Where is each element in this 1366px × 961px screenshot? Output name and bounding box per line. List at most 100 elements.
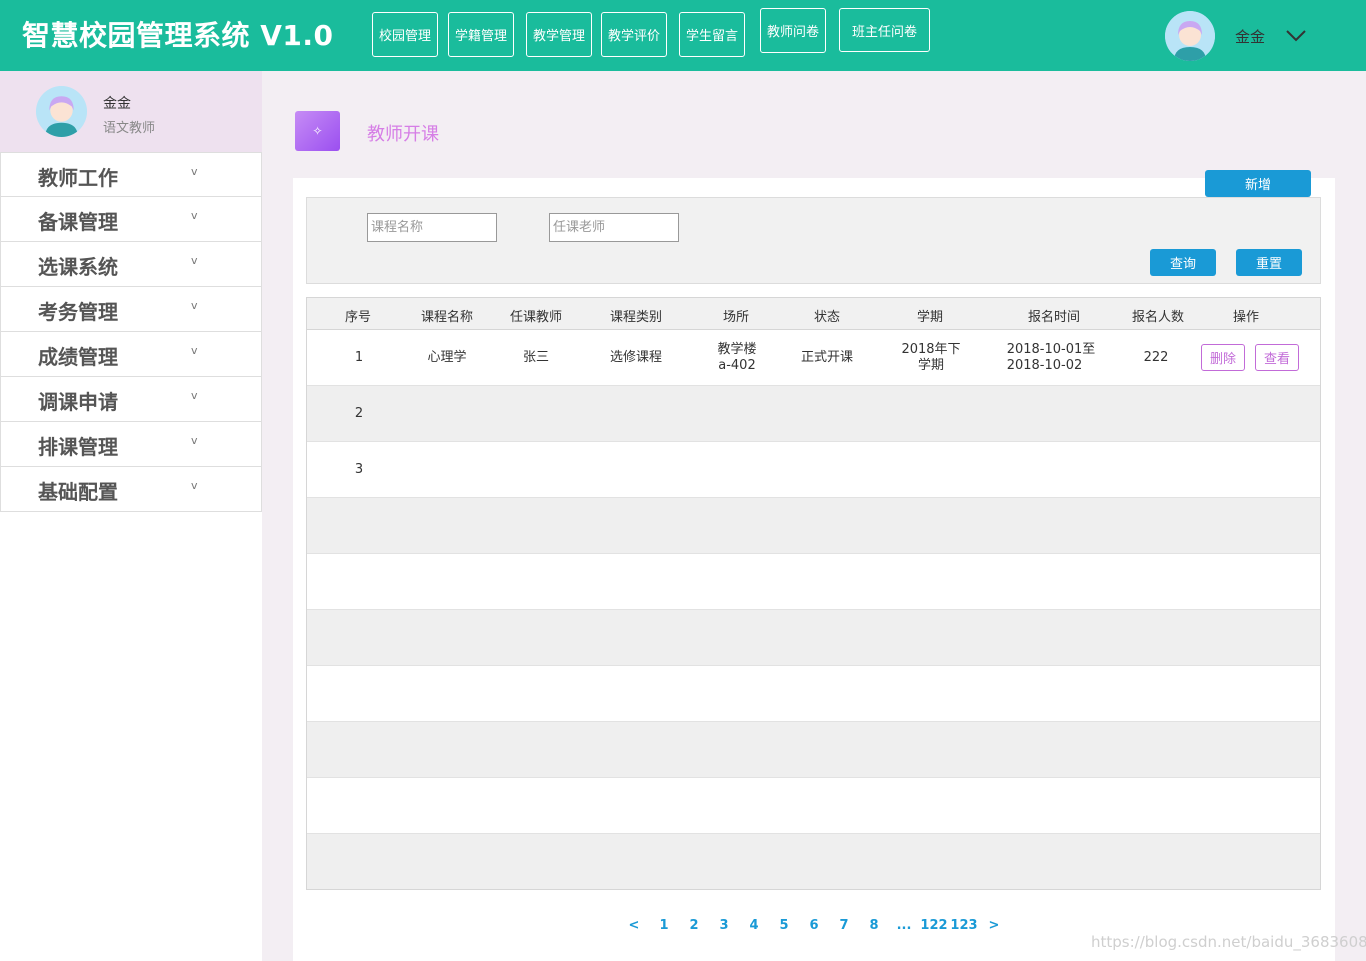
column-header: 序号 — [344, 310, 372, 325]
column-header: 课程类别 — [609, 310, 663, 325]
nav-teacher-survey[interactable]: 教师问卷 — [760, 8, 826, 53]
table-row: 1 心理学 张三 选修课程 教学楼 a-402 正式开课 2018年下 学期 2… — [307, 330, 1320, 386]
table-row: 3 — [307, 442, 1320, 498]
sidebar-item-scheduling[interactable]: 排课管理 v — [0, 422, 262, 467]
cell-term-line: 2018年下 — [901, 341, 961, 357]
profile-card: 金金 语文教师 — [0, 71, 262, 152]
chevron-down-icon: v — [191, 299, 198, 312]
cell-status: 正式开课 — [800, 349, 854, 365]
sidebar-item-label: 考务管理 — [38, 300, 118, 324]
cell-time-line: 2018-10-01至 — [1006, 341, 1096, 357]
sidebar-item-label: 排课管理 — [38, 435, 118, 459]
pagination-page[interactable]: 1 — [659, 918, 668, 933]
user-avatar[interactable] — [1165, 11, 1215, 61]
cell-index: 3 — [354, 461, 364, 477]
table-row — [307, 666, 1320, 722]
cell-time-line: 2018-10-02 — [1006, 357, 1083, 373]
table-row — [307, 722, 1320, 778]
user-menu-chevron-down-icon[interactable] — [1284, 24, 1308, 48]
chevron-down-icon: v — [191, 434, 198, 447]
column-header: 报名人数 — [1131, 310, 1185, 325]
pagination-page[interactable]: 3 — [719, 918, 728, 933]
chevron-down-icon: v — [191, 209, 198, 222]
column-header: 学期 — [916, 310, 944, 325]
table-row: 2 — [307, 386, 1320, 442]
column-header: 操作 — [1232, 310, 1260, 325]
header-username: 金金 — [1235, 28, 1266, 46]
query-button[interactable]: 查询 — [1150, 249, 1216, 276]
nav-head-teacher-survey[interactable]: 班主任问卷 — [839, 8, 930, 52]
app-title: 智慧校园管理系统 V1.0 — [22, 19, 334, 52]
chevron-down-icon: v — [191, 344, 198, 357]
cell-signup-time: 2018-10-01至 2018-10-02 — [1007, 342, 1096, 374]
column-header: 状态 — [813, 310, 841, 325]
cell-teacher: 张三 — [522, 349, 550, 365]
sidebar-item-teacher-work[interactable]: 教师工作 v — [0, 152, 262, 197]
top-header: 智慧校园管理系统 V1.0 校园管理 学籍管理 教学管理 教学评价 学生留言 教… — [0, 0, 1366, 71]
sidebar-item-label: 教师工作 — [38, 166, 118, 190]
nav-teaching-management[interactable]: 教学管理 — [526, 12, 592, 57]
course-table: 序号 课程名称 任课教师 课程类别 场所 状态 学期 报名时间 报名人数 操作 … — [306, 297, 1321, 890]
sidebar-item-exam-affairs[interactable]: 考务管理 v — [0, 287, 262, 332]
sidebar-item-basic-config[interactable]: 基础配置 v — [0, 467, 262, 512]
chevron-down-icon: v — [191, 165, 198, 178]
nav-campus-management[interactable]: 校园管理 — [372, 12, 438, 57]
cell-place-line: a-402 — [718, 357, 756, 373]
view-button[interactable]: 查看 — [1255, 344, 1299, 371]
cell-index: 1 — [354, 349, 364, 365]
pagination-page[interactable]: 2 — [689, 918, 698, 933]
page-icon: ✧ — [295, 111, 340, 151]
sidebar-item-label: 备课管理 — [38, 210, 118, 234]
sidebar-item-lesson-prep[interactable]: 备课管理 v — [0, 197, 262, 242]
table-row — [307, 554, 1320, 610]
cell-index: 2 — [354, 405, 364, 421]
filter-box: 查询 重置 — [306, 197, 1321, 284]
chevron-down-icon: v — [191, 389, 198, 402]
pagination-page[interactable]: 123 — [950, 918, 977, 933]
profile-role: 语文教师 — [103, 121, 156, 136]
cell-place: 教学楼 a-402 — [717, 342, 756, 374]
delete-button[interactable]: 删除 — [1201, 344, 1245, 371]
sidebar: 金金 语文教师 教师工作 v 备课管理 v 选课系统 v 考务管理 v 成绩管理… — [0, 71, 262, 961]
sidebar-item-class-adjustment[interactable]: 调课申请 v — [0, 377, 262, 422]
course-name-input[interactable] — [367, 213, 497, 242]
column-header: 报名时间 — [1027, 310, 1081, 325]
table-row — [307, 778, 1320, 834]
table-header: 序号 课程名称 任课教师 课程类别 场所 状态 学期 报名时间 报名人数 操作 — [307, 298, 1320, 330]
table-row — [307, 834, 1320, 889]
cell-signup-count: 222 — [1143, 349, 1169, 365]
chevron-down-icon: v — [191, 479, 198, 492]
sidebar-item-course-selection[interactable]: 选课系统 v — [0, 242, 262, 287]
column-header: 课程名称 — [420, 310, 474, 325]
table-row — [307, 498, 1320, 554]
pagination-page[interactable]: 7 — [839, 918, 848, 933]
column-header: 场所 — [722, 310, 750, 325]
cell-place-line: 教学楼 — [717, 341, 757, 357]
cell-term-line: 学期 — [917, 357, 944, 373]
sidebar-item-label: 调课申请 — [38, 390, 118, 414]
pagination-next[interactable]: > — [989, 918, 1000, 933]
pagination-page[interactable]: 6 — [809, 918, 818, 933]
nav-student-messages[interactable]: 学生留言 — [679, 12, 745, 57]
page-title: 教师开课 — [367, 124, 439, 145]
nav-teaching-evaluation[interactable]: 教学评价 — [601, 12, 667, 57]
sidebar-item-grades[interactable]: 成绩管理 v — [0, 332, 262, 377]
pagination-prev[interactable]: < — [629, 918, 640, 933]
nav-student-records[interactable]: 学籍管理 — [448, 12, 514, 57]
teacher-input[interactable] — [549, 213, 679, 242]
reset-button[interactable]: 重置 — [1236, 249, 1302, 276]
cell-term: 2018年下 学期 — [901, 342, 960, 374]
pagination-ellipsis: ... — [896, 918, 912, 933]
chevron-down-icon: v — [191, 254, 198, 267]
cell-category: 选修课程 — [609, 349, 663, 365]
pagination-page[interactable]: 5 — [779, 918, 788, 933]
profile-avatar — [36, 86, 87, 137]
add-button[interactable]: 新增 — [1205, 170, 1311, 197]
avatar-icon — [1165, 11, 1215, 61]
cell-course: 心理学 — [427, 349, 467, 365]
pagination-page[interactable]: 122 — [920, 918, 947, 933]
pagination-page[interactable]: 8 — [869, 918, 878, 933]
column-header: 任课教师 — [509, 310, 563, 325]
pagination-page[interactable]: 4 — [749, 918, 758, 933]
avatar-icon — [36, 86, 87, 137]
